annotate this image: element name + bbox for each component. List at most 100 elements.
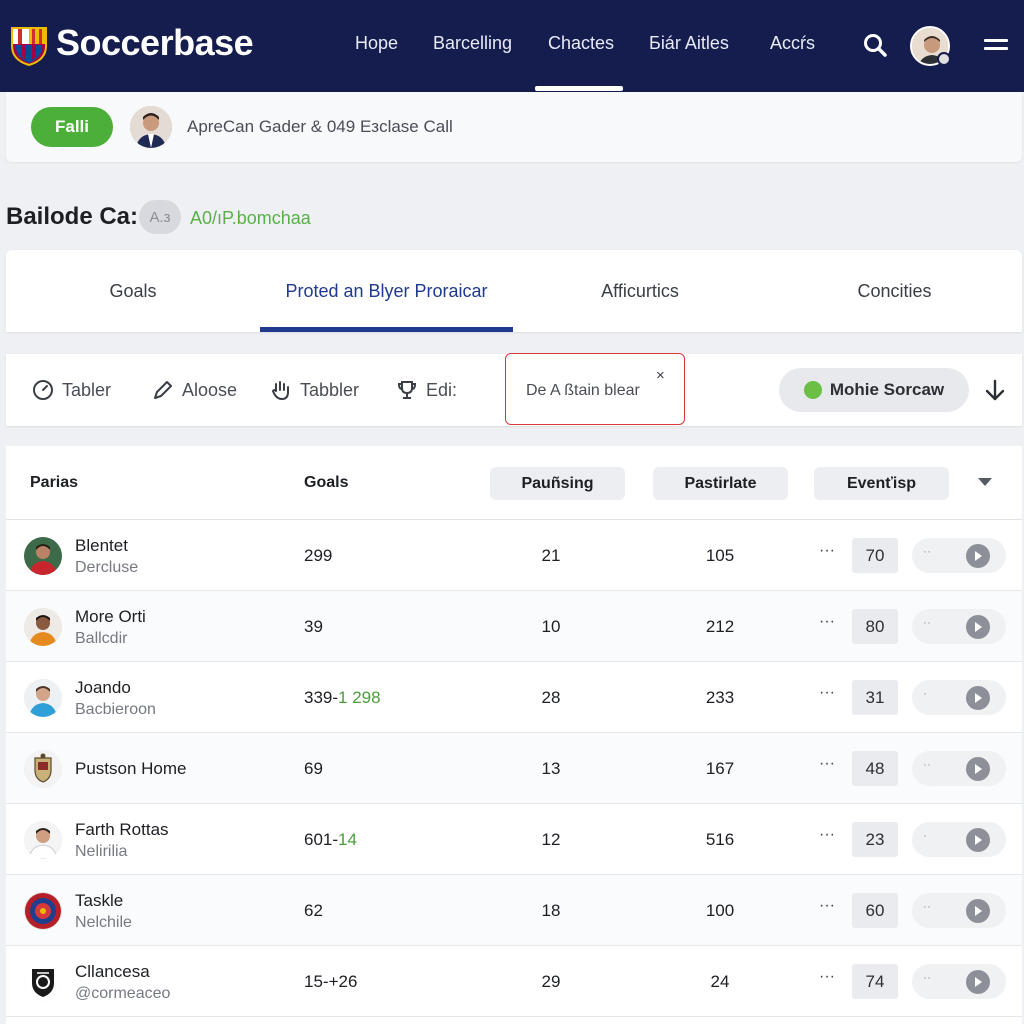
filter-chip[interactable]: De A ßtain blear × xyxy=(505,353,685,425)
nav-link-hope[interactable]: Hope xyxy=(355,33,398,54)
pausing-cell: 13 xyxy=(541,759,561,778)
tab-goals[interactable]: Goals xyxy=(6,250,260,332)
section-title: Bailode Cа: xyxy=(6,203,139,230)
table-row[interactable]: Pustson Home 69 13 167 ··· 48 ·· xyxy=(6,733,1022,804)
mobile-scores-button[interactable]: Mohie Sorcaw xyxy=(779,368,969,412)
chevron-right-icon[interactable] xyxy=(966,899,990,923)
pastirlate-cell: 516 xyxy=(705,830,735,849)
hand-icon xyxy=(271,381,289,401)
player-club: @cormeaceo xyxy=(75,985,171,1002)
table-row[interactable]: Joando Bacbieroon 339-1 298 28 233 ··· 31 · xyxy=(6,662,1022,733)
goals-accent-value: 1 298 xyxy=(338,688,381,707)
tab-afficurtics[interactable]: Afficurtics xyxy=(513,250,767,332)
player-name[interactable]: Pustson Home xyxy=(75,759,187,779)
chevron-right-icon[interactable] xyxy=(966,686,990,710)
gauge-icon xyxy=(33,380,53,400)
nav-link-barcelling[interactable]: Barcelling xyxy=(433,33,512,54)
goals-value: 299 xyxy=(304,546,333,565)
chevron-right-icon[interactable] xyxy=(966,757,990,781)
player-name[interactable]: More Orti xyxy=(75,607,146,627)
search-icon[interactable] xyxy=(862,32,888,58)
player-avatar xyxy=(24,892,62,930)
brand-name[interactable]: Soccerbase xyxy=(56,22,254,64)
section-link[interactable]: A0/ıP.bomchaa xyxy=(190,208,311,229)
column-header-goals[interactable]: Goals xyxy=(304,474,348,492)
table-row[interactable]: Cllancesa @cormeaceo 15-+26 29 24 ··· 74 ·· xyxy=(6,946,1022,1017)
player-name[interactable]: Taskle xyxy=(75,891,123,911)
hamburger-menu-icon[interactable] xyxy=(984,36,1008,56)
tool-aloose[interactable]: Aloose xyxy=(152,378,237,402)
player-club: Bacbieroon xyxy=(75,701,156,718)
table-row[interactable]: Taskle Nelchile 62 18 100 ··· 60 ·· xyxy=(6,875,1022,946)
row-pill-dots: ·· xyxy=(923,970,931,984)
tab-active-indicator xyxy=(260,327,513,332)
row-more-icon[interactable]: ··· xyxy=(819,968,835,986)
column-header-eventisp[interactable]: Evenťisp xyxy=(814,467,949,500)
player-name[interactable]: Cllancesa xyxy=(75,962,150,982)
nav-link-aitles[interactable]: Біár Aitles xyxy=(649,33,729,54)
section-badge: A.з xyxy=(139,200,181,234)
table-row[interactable]: Blentet Dercluse 299 21 105 ··· 70 ·· xyxy=(6,520,1022,591)
event-value: 74 xyxy=(852,964,898,999)
pastirlate-cell: 100 xyxy=(705,901,735,920)
player-avatar xyxy=(24,537,62,575)
pausing-cell: 29 xyxy=(541,972,561,991)
nav-link-chactes[interactable]: Chactes xyxy=(548,33,614,54)
chevron-right-icon[interactable] xyxy=(966,615,990,639)
player-avatar xyxy=(24,750,62,788)
table-row[interactable]: Farth Rottas Nelirilia 601-14 12 516 ··· 23 · xyxy=(6,804,1022,875)
pastirlate-cell: 167 xyxy=(705,759,735,778)
tool-label: Aloose xyxy=(182,379,238,400)
table-row[interactable]: More Orti Ballcdir 39 10 212 ··· 80 ·· xyxy=(6,591,1022,662)
player-avatar xyxy=(24,963,62,1001)
tool-label: Tabbler xyxy=(300,379,360,400)
chevron-right-icon[interactable] xyxy=(966,828,990,852)
status-pill-button[interactable]: Falli xyxy=(31,107,113,147)
pausing-cell: 21 xyxy=(541,546,561,565)
pausing-cell: 12 xyxy=(541,830,561,849)
tool-tabbler[interactable]: Tabbler xyxy=(270,378,359,402)
player-name[interactable]: Farth Rottas xyxy=(75,820,169,840)
chevron-right-icon[interactable] xyxy=(966,544,990,568)
club-crest-logo[interactable] xyxy=(8,24,50,66)
filter-chip-text: De A ßtain blear xyxy=(526,382,640,399)
pastirlate-cell: 212 xyxy=(705,617,735,636)
close-icon[interactable]: × xyxy=(656,367,665,384)
row-more-icon[interactable]: ··· xyxy=(819,755,835,773)
trophy-icon xyxy=(397,381,417,399)
download-icon[interactable] xyxy=(982,378,1008,404)
chevron-right-icon[interactable] xyxy=(966,970,990,994)
pastirlate-cell: 24 xyxy=(710,972,730,991)
nav-active-indicator xyxy=(535,86,623,91)
player-name[interactable]: Blentet xyxy=(75,536,128,556)
column-header-pastirlate[interactable]: Pastirlate xyxy=(653,467,788,500)
event-value: 70 xyxy=(852,538,898,573)
row-more-icon[interactable]: ··· xyxy=(819,684,835,702)
nav-link-accrs[interactable]: Accŕs xyxy=(770,33,815,54)
player-avatar xyxy=(24,821,62,859)
pausing-cell: 18 xyxy=(541,901,561,920)
player-avatar xyxy=(24,608,62,646)
pastirlate-cell: 233 xyxy=(705,688,735,707)
row-more-icon[interactable]: ··· xyxy=(819,826,835,844)
player-name[interactable]: Joando xyxy=(75,678,131,698)
goals-accent-value: 14 xyxy=(338,830,357,849)
tab-concities[interactable]: Concities xyxy=(767,250,1022,332)
row-more-icon[interactable]: ··· xyxy=(819,613,835,631)
row-more-icon[interactable]: ··· xyxy=(819,897,835,915)
sort-caret-icon[interactable] xyxy=(978,478,992,486)
row-more-icon[interactable]: ··· xyxy=(819,542,835,560)
event-value: 80 xyxy=(852,609,898,644)
user-status-icon xyxy=(937,52,951,66)
event-value: 23 xyxy=(852,822,898,857)
player-club: Dercluse xyxy=(75,559,139,576)
column-header-players[interactable]: Parias xyxy=(30,474,78,492)
column-header-pausing[interactable]: Pauñsing xyxy=(490,467,625,500)
goals-value: 601- xyxy=(304,830,339,849)
tool-tabler[interactable]: Tabler xyxy=(32,378,111,402)
goals-cell: 339-1 298 xyxy=(304,688,381,708)
goals-value: 69 xyxy=(304,759,323,778)
row-pill-dots: · xyxy=(923,686,927,700)
tool-edit[interactable]: Edi: xyxy=(396,378,457,402)
tab-proted-player[interactable]: Proted an Blyer Proraicar xyxy=(260,250,513,332)
